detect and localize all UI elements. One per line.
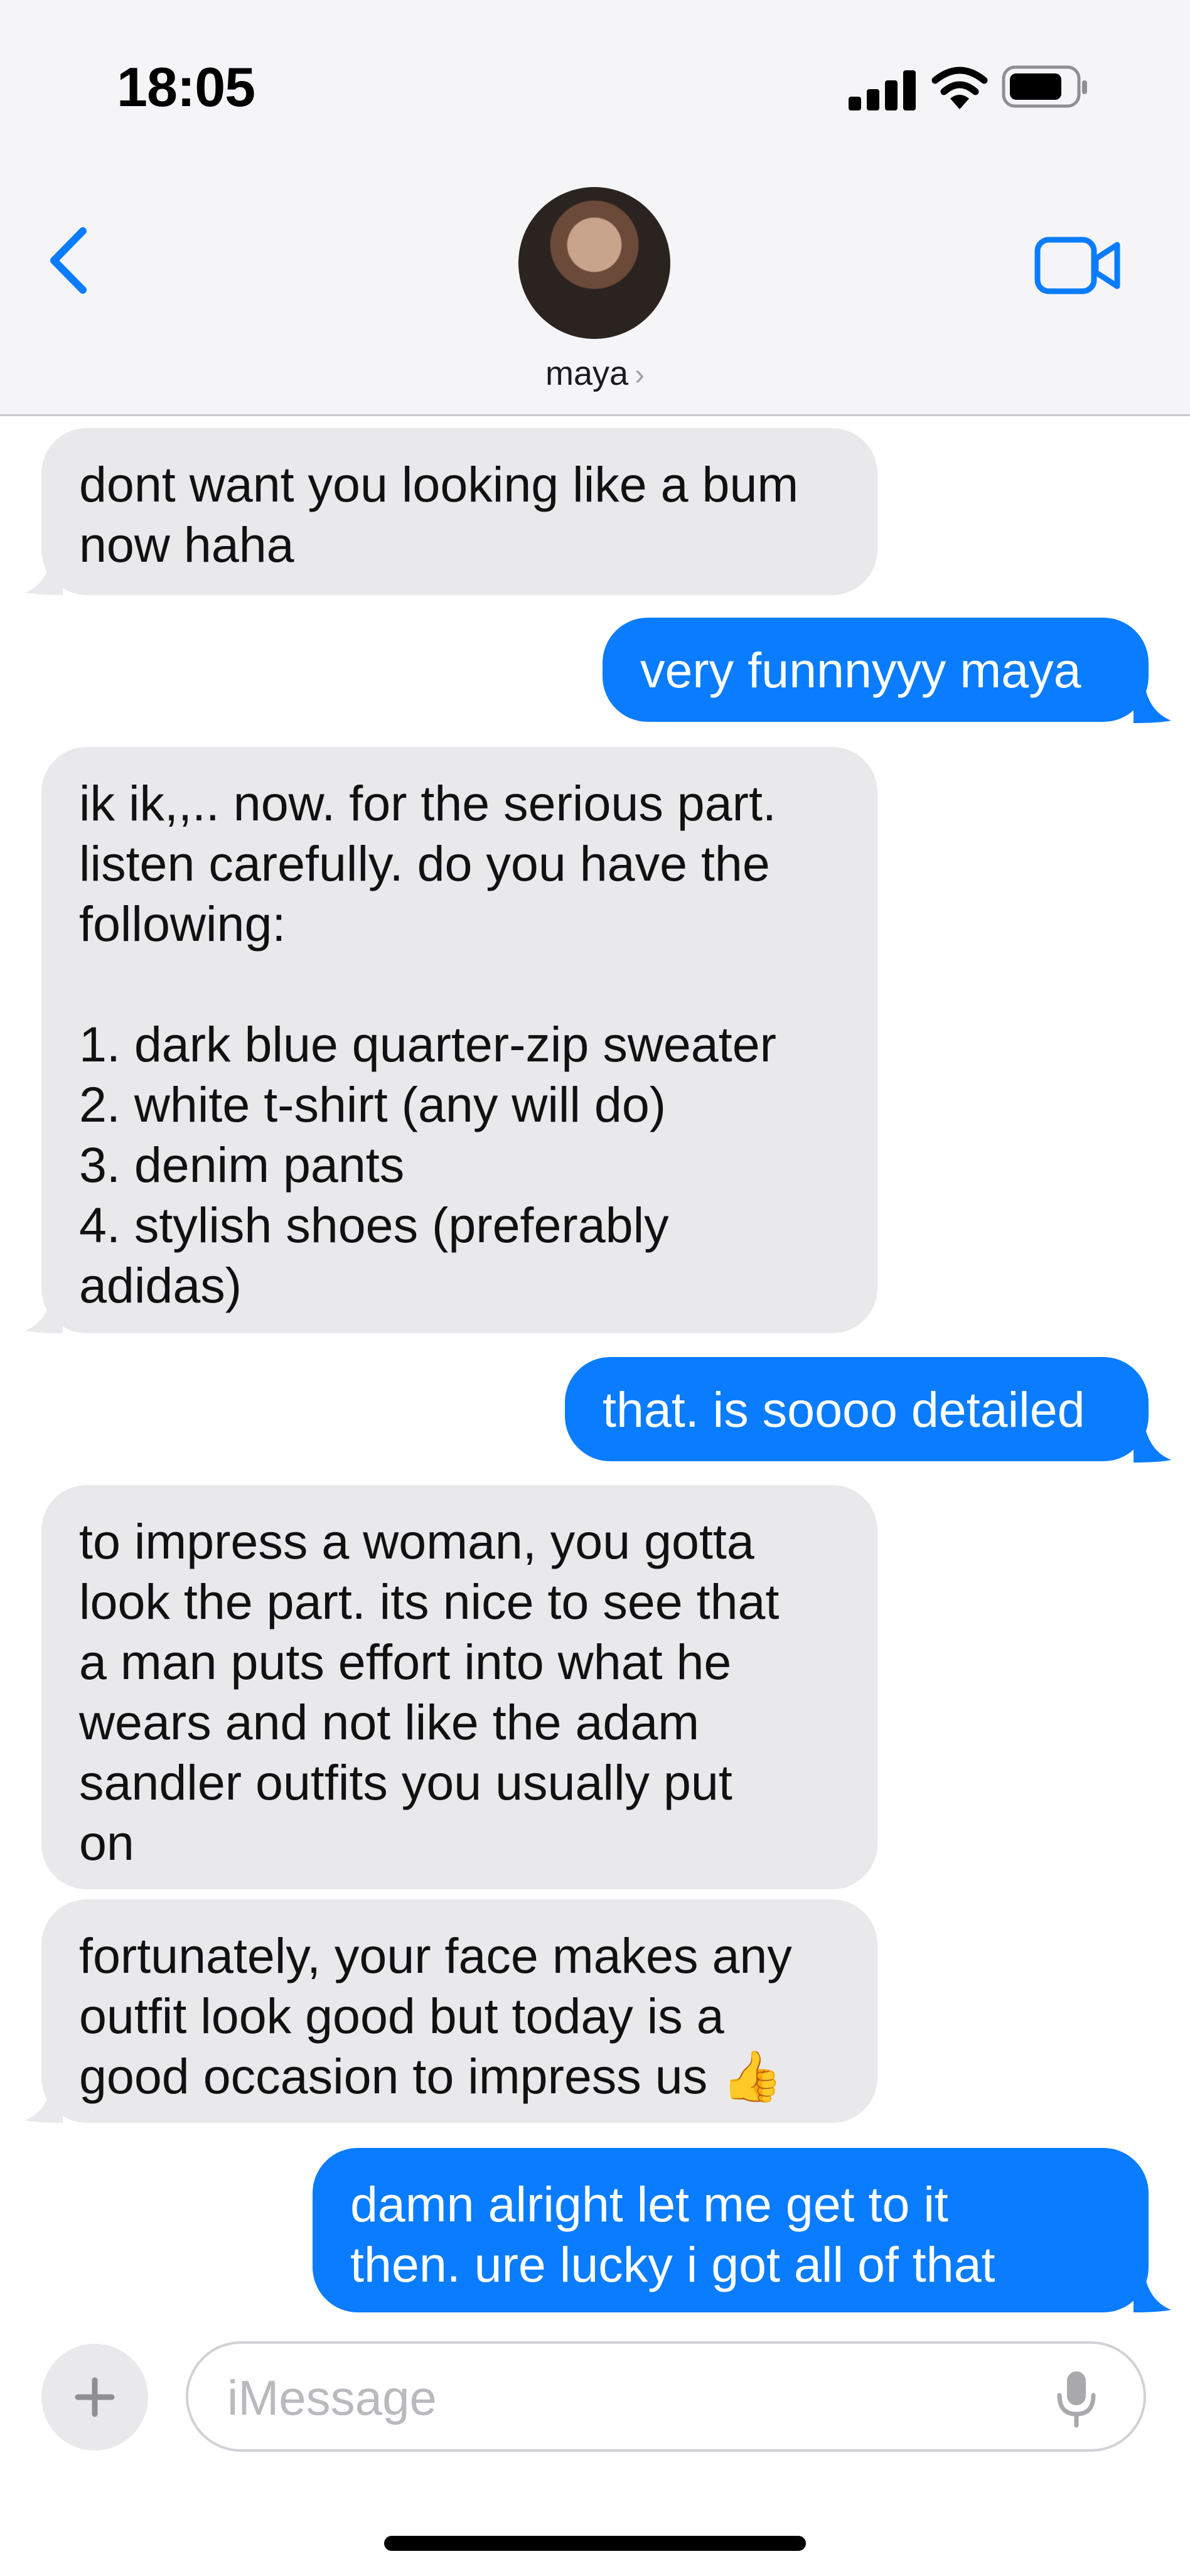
- message-bubble-outgoing[interactable]: damn alright let me get to it then. ure …: [313, 2148, 1149, 2312]
- conversation-header: 18:05 maya ›: [0, 0, 1190, 416]
- microphone-icon[interactable]: [1054, 2370, 1098, 2428]
- contact-avatar[interactable]: [518, 187, 670, 339]
- contact-name[interactable]: maya ›: [0, 354, 1190, 393]
- wifi-icon: [931, 67, 988, 109]
- status-time: 18:05: [117, 56, 255, 118]
- bubble-tail: [1134, 1431, 1171, 1462]
- battery-icon: [1002, 65, 1087, 108]
- home-indicator[interactable]: [384, 2536, 806, 2551]
- messages-screen: dont want you looking like a bum now hah…: [0, 0, 1190, 2576]
- message-bubble-outgoing[interactable]: that. is soooo detailed: [565, 1357, 1149, 1461]
- imessage-input-field[interactable]: [186, 2341, 1146, 2452]
- bubble-tail: [25, 564, 63, 595]
- bubble-tail: [25, 1302, 63, 1333]
- message-input[interactable]: [226, 2363, 1044, 2433]
- bubble-tail: [1134, 692, 1171, 723]
- cellular-signal-icon: [849, 70, 916, 110]
- chevron-right-icon: ›: [635, 358, 645, 392]
- message-bubble-outgoing[interactable]: very funnnyyy maya: [603, 618, 1149, 722]
- bubble-tail: [25, 2091, 63, 2123]
- plus-icon: [75, 2377, 115, 2417]
- plus-button[interactable]: [41, 2344, 148, 2450]
- video-camera-icon[interactable]: [1034, 236, 1122, 295]
- message-bubble-incoming[interactable]: ik ik,,.. now. for the serious part. lis…: [41, 747, 877, 1333]
- message-bubble-incoming[interactable]: dont want you looking like a bum now hah…: [41, 428, 877, 595]
- contact-name-label: maya: [545, 355, 629, 392]
- bubble-tail: [1134, 2281, 1171, 2312]
- chevron-left-icon[interactable]: [44, 226, 94, 295]
- message-bubble-incoming[interactable]: fortunately, your face makes any outfit …: [41, 1899, 877, 2123]
- message-bubble-incoming[interactable]: to impress a woman, you gotta look the p…: [41, 1485, 877, 1889]
